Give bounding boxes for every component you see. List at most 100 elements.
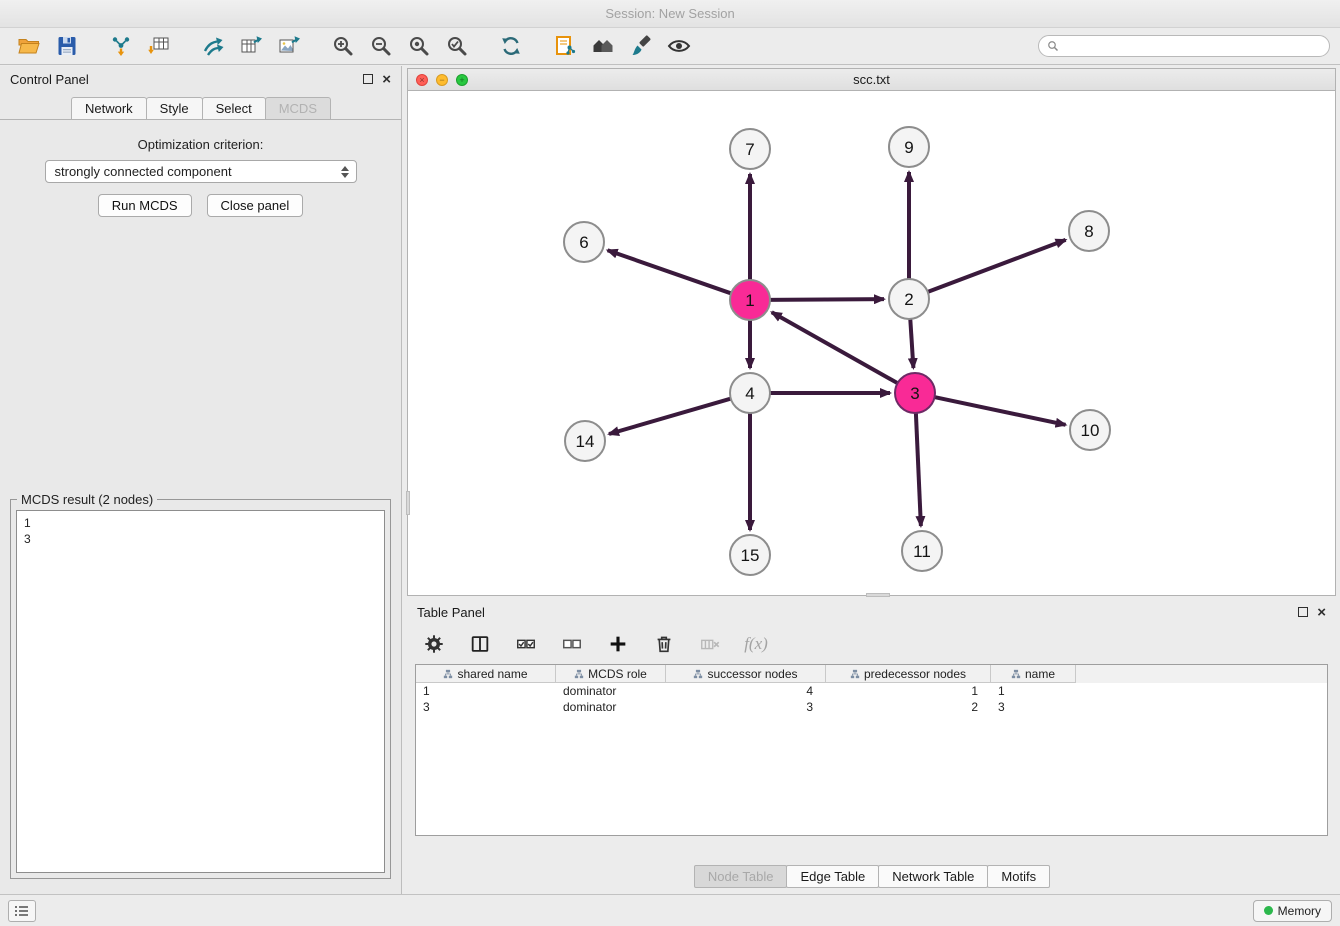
zoom-selected-button[interactable]	[442, 31, 472, 61]
mcds-result-text[interactable]: 13	[16, 510, 385, 873]
graph-node-2[interactable]: 2	[889, 279, 929, 319]
main-toolbar	[0, 28, 1340, 65]
criterion-select[interactable]: strongly connected component	[45, 160, 357, 183]
export-network-button[interactable]	[198, 31, 228, 61]
graph-node-3[interactable]: 3	[895, 373, 935, 413]
sort-icon	[443, 669, 453, 679]
graph-node-7[interactable]: 7	[730, 129, 770, 169]
table-tab-node-table[interactable]: Node Table	[694, 865, 788, 888]
table-cell[interactable]: 3	[666, 699, 826, 715]
table-cell[interactable]: 1	[416, 683, 556, 699]
zoom-out-button[interactable]	[366, 31, 396, 61]
refresh-layout-button[interactable]	[496, 31, 526, 61]
graph-edge-3-11[interactable]	[916, 411, 921, 526]
export-image-button[interactable]	[274, 31, 304, 61]
splitter-handle[interactable]	[406, 491, 410, 515]
window-title: Session: New Session	[0, 0, 1340, 28]
mcds-result-box: MCDS result (2 nodes) 13	[10, 499, 391, 879]
table-row[interactable]: 3dominator323	[416, 699, 1327, 715]
table-cell[interactable]: 1	[826, 683, 991, 699]
table-cell[interactable]: dominator	[556, 683, 666, 699]
table-tab-motifs[interactable]: Motifs	[987, 865, 1050, 888]
column-header-shared-name[interactable]: shared name	[416, 665, 556, 683]
table-cell[interactable]: 2	[826, 699, 991, 715]
table-cell[interactable]: 1	[991, 683, 1076, 699]
result-line: 1	[24, 515, 377, 531]
minimize-window-icon[interactable]: −	[436, 74, 448, 86]
graph-node-15[interactable]: 15	[730, 535, 770, 575]
table-tab-network-table[interactable]: Network Table	[878, 865, 988, 888]
document-network-button[interactable]	[550, 31, 580, 61]
table-cell[interactable]: 3	[416, 699, 556, 715]
zoom-fit-button[interactable]	[404, 31, 434, 61]
graph-node-6[interactable]: 6	[564, 222, 604, 262]
search-input[interactable]	[1064, 39, 1321, 53]
graph-node-1[interactable]: 1	[730, 280, 770, 320]
table-row[interactable]: 1dominator411	[416, 683, 1327, 699]
tab-mcds[interactable]: MCDS	[265, 97, 331, 119]
float-panel-icon[interactable]	[363, 74, 373, 84]
svg-text:3: 3	[910, 384, 919, 403]
select-all-button[interactable]	[513, 631, 539, 657]
fx-icon: f(x)	[744, 634, 768, 654]
graph-edge-4-14[interactable]	[609, 398, 733, 434]
import-network-button[interactable]	[106, 31, 136, 61]
home-icon	[591, 34, 615, 58]
graph-node-8[interactable]: 8	[1069, 211, 1109, 251]
float-panel-icon[interactable]	[1298, 607, 1308, 617]
table-settings-button[interactable]	[421, 631, 447, 657]
show-hide-button[interactable]	[664, 31, 694, 61]
network-window-title: scc.txt	[853, 72, 890, 87]
home-button[interactable]	[588, 31, 618, 61]
splitter-handle[interactable]	[866, 593, 890, 597]
table-cell[interactable]: 3	[991, 699, 1076, 715]
column-header-successor-nodes[interactable]: successor nodes	[666, 665, 826, 683]
run-mcds-button[interactable]: Run MCDS	[98, 194, 192, 217]
tab-select[interactable]: Select	[202, 97, 266, 119]
close-panel-icon[interactable]: ×	[382, 72, 391, 87]
column-header-predecessor-nodes[interactable]: predecessor nodes	[826, 665, 991, 683]
zoom-in-button[interactable]	[328, 31, 358, 61]
column-header-MCDS-role[interactable]: MCDS role	[556, 665, 666, 683]
column-header-name[interactable]: name	[991, 665, 1076, 683]
import-table-button[interactable]	[144, 31, 174, 61]
close-panel-button[interactable]: Close panel	[207, 194, 304, 217]
maximize-window-icon[interactable]: +	[456, 74, 468, 86]
graph-node-14[interactable]: 14	[565, 421, 605, 461]
graph-node-11[interactable]: 11	[902, 531, 942, 571]
task-history-button[interactable]	[8, 900, 36, 922]
style-button[interactable]	[626, 31, 656, 61]
node-table: shared nameMCDS rolesuccessor nodesprede…	[415, 664, 1328, 836]
search-field[interactable]	[1038, 35, 1330, 57]
add-column-button[interactable]	[605, 631, 631, 657]
graph-edge-1-6[interactable]	[608, 250, 733, 294]
export-table-button[interactable]	[236, 31, 266, 61]
optimization-criterion-label: Optimization criterion:	[0, 137, 401, 152]
graph-edge-2-8[interactable]	[926, 240, 1066, 293]
eye-icon	[667, 34, 691, 58]
save-session-button[interactable]	[52, 31, 82, 61]
network-canvas[interactable]: 7 9 6 8 1 2 4 3 14 10 15 11	[407, 90, 1336, 596]
memory-button[interactable]: Memory	[1253, 900, 1332, 922]
tab-style[interactable]: Style	[146, 97, 203, 119]
graph-node-9[interactable]: 9	[889, 127, 929, 167]
zoom-in-icon	[331, 34, 355, 58]
close-window-icon[interactable]: ×	[416, 74, 428, 86]
tab-network[interactable]: Network	[71, 97, 147, 119]
deselect-all-button[interactable]	[559, 631, 585, 657]
table-panel-title: Table Panel	[417, 605, 485, 620]
delete-column-button[interactable]	[651, 631, 677, 657]
table-cell[interactable]: dominator	[556, 699, 666, 715]
open-session-button[interactable]	[14, 31, 44, 61]
graph-edge-2-3[interactable]	[910, 317, 913, 368]
graph-node-4[interactable]: 4	[730, 373, 770, 413]
columns-icon	[469, 633, 491, 655]
graph-node-10[interactable]: 10	[1070, 410, 1110, 450]
graph-edge-3-10[interactable]	[933, 397, 1066, 425]
table-tab-edge-table[interactable]: Edge Table	[786, 865, 879, 888]
graph-edge-3-1[interactable]	[772, 312, 900, 384]
table-cell[interactable]: 4	[666, 683, 826, 699]
show-columns-button[interactable]	[467, 631, 493, 657]
graph-edge-1-2[interactable]	[768, 299, 884, 300]
close-panel-icon[interactable]: ×	[1317, 605, 1326, 620]
